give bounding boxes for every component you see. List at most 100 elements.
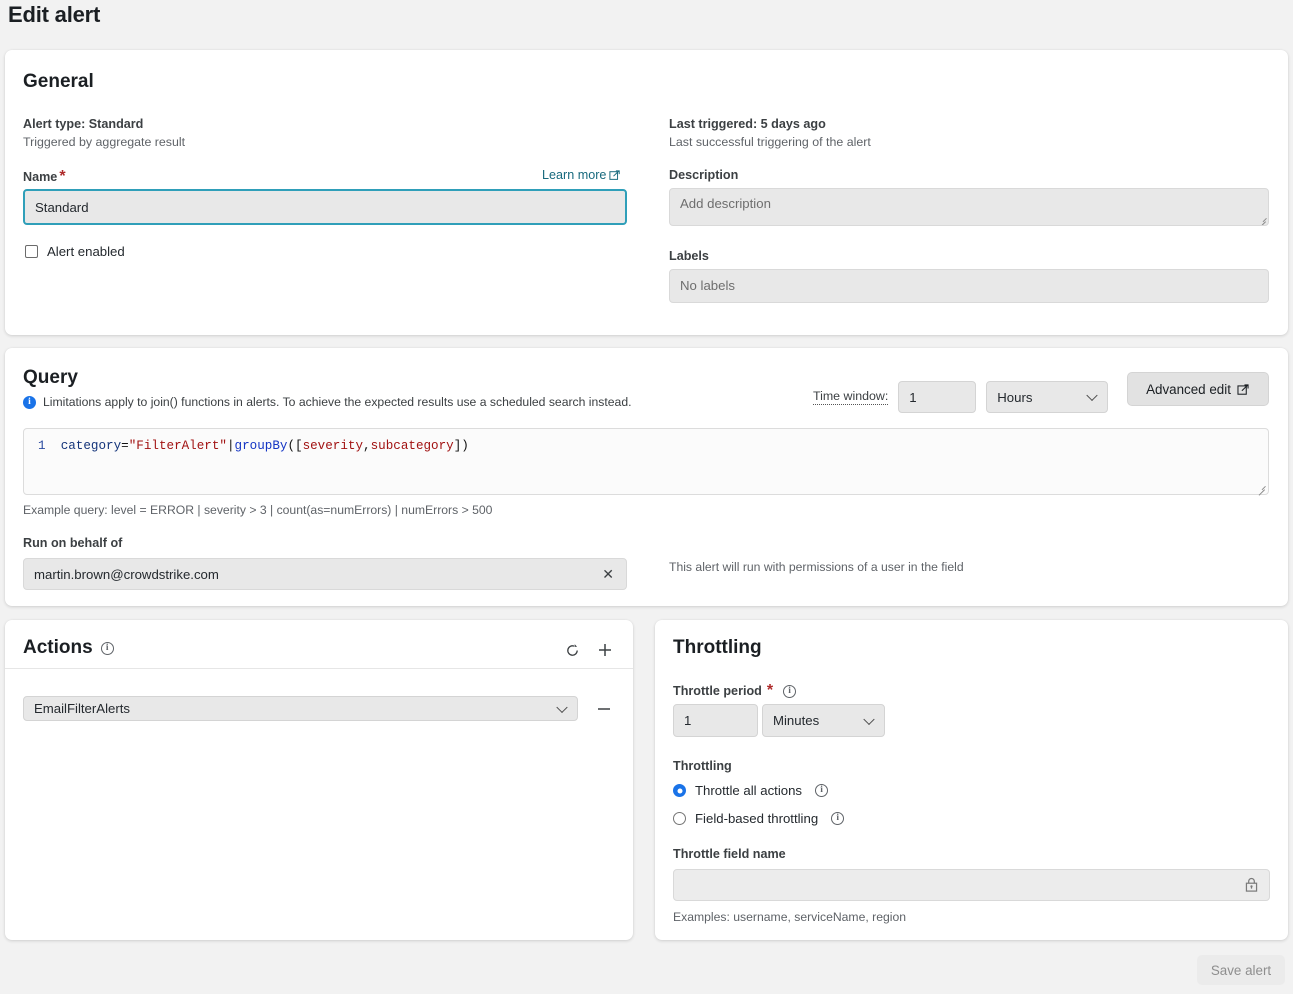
info-circle-icon[interactable]: i	[831, 812, 844, 825]
radio-field-based-label: Field-based throttling	[695, 811, 818, 826]
time-window-label: Time window:	[813, 389, 888, 405]
query-heading: Query	[23, 367, 78, 389]
query-limitation-note: Limitations apply to join() functions in…	[43, 395, 632, 409]
lock-icon	[1244, 877, 1259, 893]
external-link-icon	[1237, 383, 1250, 396]
throttle-period-input[interactable]	[673, 704, 758, 737]
name-label-group: Name*	[23, 168, 66, 186]
radio-throttle-all[interactable]	[673, 784, 686, 797]
throttling-heading: Throttling	[673, 637, 762, 659]
query-token-string: "FilterAlert"	[129, 439, 227, 453]
info-circle-icon[interactable]: i	[783, 685, 796, 698]
alert-enabled-label: Alert enabled	[47, 244, 125, 259]
learn-more-link[interactable]: Learn more	[542, 168, 621, 182]
labels-placeholder: No labels	[680, 278, 735, 293]
labels-label: Labels	[669, 249, 709, 263]
plus-icon	[597, 642, 613, 658]
radio-field-based-row[interactable]: Field-based throttling i	[673, 811, 844, 826]
labels-input[interactable]: No labels	[669, 269, 1269, 303]
info-circle-icon[interactable]: i	[101, 642, 114, 655]
resize-grip-icon	[1257, 214, 1266, 223]
page-title: Edit alert	[8, 2, 100, 28]
radio-field-based[interactable]	[673, 812, 686, 825]
run-on-behalf-value: martin.brown@crowdstrike.com	[34, 567, 219, 582]
run-on-behalf-input[interactable]: martin.brown@crowdstrike.com ✕	[23, 558, 627, 590]
name-input[interactable]	[23, 189, 627, 225]
throttle-field-examples-note: Examples: username, serviceName, region	[673, 910, 906, 924]
throttle-period-label: Throttle period	[673, 684, 762, 698]
edit-alert-page: Edit alert General Alert type: Standard …	[0, 0, 1293, 994]
query-token-pipe: |	[227, 439, 235, 453]
action-select[interactable]: EmailFilterAlerts	[23, 696, 578, 721]
close-x-icon[interactable]: ✕	[602, 567, 614, 581]
chevron-down-icon	[1087, 390, 1098, 401]
time-window-group: Time window: Hours	[813, 381, 1108, 413]
throttling-card: Throttling Throttle period * i Minutes Th…	[655, 620, 1288, 940]
refresh-icon	[565, 643, 580, 658]
actions-heading-group: Actions i	[23, 637, 114, 659]
learn-more-label: Learn more	[542, 168, 606, 182]
alert-type-label: Alert type: Standard	[23, 117, 143, 131]
name-label: Name	[23, 170, 57, 184]
name-input-wrapper	[23, 189, 627, 225]
save-alert-label: Save alert	[1211, 963, 1271, 978]
advanced-edit-label: Advanced edit	[1146, 382, 1231, 397]
add-action-button[interactable]	[593, 638, 617, 662]
example-query-note: Example query: level = ERROR | severity …	[23, 503, 492, 517]
radio-throttle-all-label: Throttle all actions	[695, 783, 802, 798]
description-textarea[interactable]: Add description	[669, 188, 1269, 226]
query-limitation-note-row: i Limitations apply to join() functions …	[23, 395, 632, 409]
info-circle-icon[interactable]: i	[815, 784, 828, 797]
query-token-comma: ,	[363, 439, 371, 453]
alert-enabled-checkbox[interactable]	[25, 245, 38, 258]
throttle-period-unit-select[interactable]: Minutes	[762, 704, 885, 737]
query-token-close: ])	[454, 439, 469, 453]
actions-card: Actions i EmailFilterAlerts	[5, 620, 633, 940]
run-on-behalf-label: Run on behalf of	[23, 536, 122, 550]
permissions-note: This alert will run with permissions of …	[669, 560, 964, 574]
resize-grip-icon	[1256, 482, 1265, 491]
query-editor[interactable]: 1 category="FilterAlert"|groupBy([severi…	[23, 428, 1269, 495]
query-line-number: 1	[38, 439, 46, 453]
chevron-down-icon	[863, 713, 874, 724]
query-card: Query i Limitations apply to join() func…	[5, 348, 1288, 606]
alert-enabled-row[interactable]: Alert enabled	[25, 244, 125, 259]
remove-action-button[interactable]	[594, 699, 614, 719]
external-link-icon	[609, 169, 621, 181]
last-triggered-subtext: Last successful triggering of the alert	[669, 135, 871, 149]
general-card: General Alert type: Standard Triggered b…	[5, 50, 1288, 335]
query-token-equals: =	[121, 439, 129, 453]
name-required-mark: *	[59, 168, 65, 185]
description-label: Description	[669, 168, 738, 182]
throttle-field-name-input	[673, 869, 1270, 901]
query-token-field: category	[61, 439, 121, 453]
time-window-unit-value: Hours	[997, 390, 1032, 405]
throttle-period-label-group: Throttle period * i	[673, 682, 796, 700]
description-placeholder: Add description	[680, 196, 771, 211]
query-token-open: ([	[287, 439, 302, 453]
throttle-field-name-label: Throttle field name	[673, 847, 786, 861]
actions-header-divider	[5, 668, 633, 669]
query-code-line: 1 category="FilterAlert"|groupBy([severi…	[38, 439, 469, 453]
radio-throttle-all-row[interactable]: Throttle all actions i	[673, 783, 828, 798]
throttling-group-label: Throttling	[673, 759, 732, 773]
query-token-function: groupBy	[235, 439, 288, 453]
throttle-period-required-mark: *	[767, 682, 773, 700]
action-select-value: EmailFilterAlerts	[34, 701, 130, 716]
time-window-value-input[interactable]	[898, 381, 976, 413]
query-token-arg1: severity	[303, 439, 363, 453]
chevron-down-icon	[556, 701, 567, 712]
advanced-edit-button[interactable]: Advanced edit	[1127, 372, 1269, 406]
general-heading: General	[23, 71, 94, 93]
minus-icon	[596, 701, 612, 717]
query-token-arg2: subcategory	[371, 439, 454, 453]
time-window-unit-select[interactable]: Hours	[986, 381, 1108, 413]
last-triggered-label: Last triggered: 5 days ago	[669, 117, 826, 131]
save-alert-button[interactable]: Save alert	[1197, 955, 1285, 985]
alert-type-subtext: Triggered by aggregate result	[23, 135, 185, 149]
actions-heading: Actions	[23, 637, 93, 659]
throttle-period-input-wrapper	[673, 704, 758, 737]
refresh-actions-button[interactable]	[560, 638, 584, 662]
info-circle-filled-icon: i	[23, 396, 36, 409]
throttle-period-unit-value: Minutes	[773, 713, 819, 728]
